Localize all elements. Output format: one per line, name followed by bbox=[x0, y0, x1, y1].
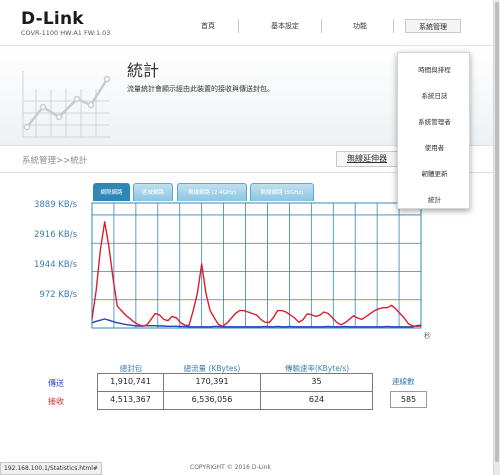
status-bar-url: 192.168.100.1/Statistics.html# bbox=[0, 462, 102, 475]
nav-home[interactable]: 首頁 bbox=[188, 19, 228, 33]
statistics-chart-icon bbox=[22, 71, 111, 138]
nav-features[interactable]: 功能 bbox=[340, 19, 380, 33]
top-header: D-Link COVR-1100 HW:A1 FW:1.03 首頁 基本設定 功… bbox=[0, 0, 493, 46]
menu-item-time-schedule[interactable]: 時間與排程 bbox=[398, 64, 471, 76]
nav-management[interactable]: 系統管理 bbox=[405, 19, 461, 33]
page: D-Link COVR-1100 HW:A1 FW:1.03 首頁 基本設定 功… bbox=[0, 0, 493, 475]
extender-link[interactable]: 無線延伸器 bbox=[336, 151, 398, 167]
rx-label: 接收 bbox=[48, 397, 64, 406]
breadcrumb: 系統管理>>統計 bbox=[22, 156, 88, 166]
model-info: COVR-1100 HW:A1 FW:1.03 bbox=[21, 29, 111, 37]
menu-item-admin[interactable]: 系統管理者 bbox=[398, 116, 471, 128]
table-border bbox=[372, 373, 373, 410]
page-description: 流量統計會顯示經由此裝置的接收與傳送封包。 bbox=[127, 85, 274, 93]
copyright: COPYRIGHT © 2016 D-Link bbox=[190, 464, 271, 471]
tab-internet[interactable]: 網際網路 bbox=[93, 183, 130, 201]
management-menu: 時間與排程 系統日誌 系統管理者 使用者 韌體更新 統計 bbox=[397, 52, 470, 209]
connections-label: 連線數 bbox=[392, 377, 415, 386]
tab-wifi-5[interactable]: 無線網路 (5GHz) bbox=[250, 183, 314, 201]
page-title: 統計 bbox=[127, 61, 160, 80]
table-border bbox=[97, 409, 373, 410]
chart-plot bbox=[91, 202, 422, 329]
tab-lan[interactable]: 區域網路 bbox=[133, 183, 173, 201]
dlink-logo: D-Link bbox=[21, 9, 84, 29]
menu-item-system-log[interactable]: 系統日誌 bbox=[398, 90, 471, 102]
rx-total-traffic: 6,536,056 bbox=[191, 395, 233, 404]
vertical-scrollbar[interactable] bbox=[493, 0, 500, 475]
scrollbar-thumb[interactable] bbox=[495, 2, 499, 462]
tab-wifi-24[interactable]: 無線網路 (2.4GHz) bbox=[177, 183, 247, 201]
menu-item-firmware[interactable]: 韌體更新 bbox=[398, 168, 471, 180]
tx-label: 傳送 bbox=[48, 379, 64, 388]
tx-total-packets: 1,910,741 bbox=[110, 377, 151, 386]
tx-total-traffic: 170,391 bbox=[195, 377, 229, 386]
nav-basic-settings[interactable]: 基本設定 bbox=[261, 19, 309, 33]
menu-item-statistics[interactable]: 統計 bbox=[398, 194, 471, 206]
nav-divider bbox=[393, 19, 394, 33]
traffic-chart: 3889 KB/s 2916 KB/s 1944 KB/s 972 KB/s bbox=[0, 200, 493, 350]
rx-rate: 624 bbox=[308, 395, 325, 404]
connections-count: 585 bbox=[390, 391, 427, 408]
nav-divider bbox=[321, 19, 322, 33]
time-unit-label: 秒 bbox=[424, 332, 431, 340]
menu-item-user[interactable]: 使用者 bbox=[398, 142, 471, 154]
chart-frame bbox=[91, 202, 422, 329]
nav-divider bbox=[238, 19, 239, 33]
rx-total-packets: 4,513,367 bbox=[110, 395, 151, 404]
tx-rate: 35 bbox=[311, 377, 322, 386]
